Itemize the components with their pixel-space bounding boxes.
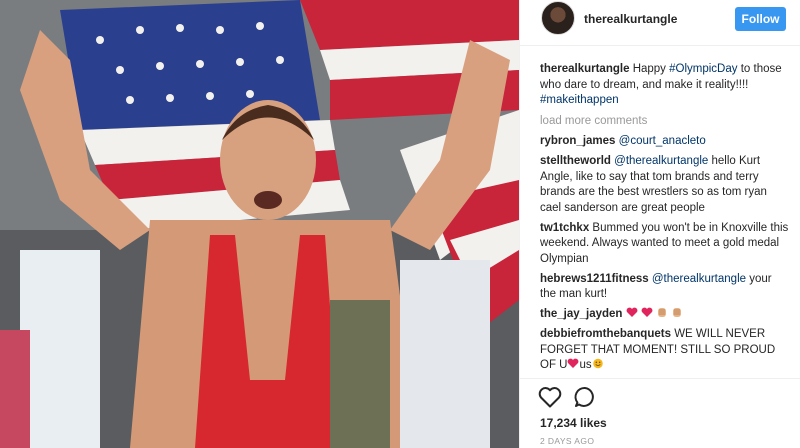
comment-mention[interactable]: @therealkurtangle [614, 155, 708, 167]
caption-username[interactable]: therealkurtangle [540, 63, 629, 75]
clap-emoji-icon [658, 308, 667, 317]
comment-mention[interactable]: @court_anacleto [619, 135, 706, 147]
comment-item: debbiefromthebanquets WE WILL NEVER FORG… [540, 327, 790, 374]
post-timestamp[interactable]: 2 DAYS AGO [540, 436, 594, 446]
comment-username[interactable]: tw1tchkx [540, 222, 589, 234]
comments-list: therealkurtangle Happy #OlympicDay to th… [540, 62, 790, 378]
speech-bubble-icon[interactable] [574, 386, 596, 408]
clap-emoji-icon [673, 308, 682, 317]
smile-emoji-icon [592, 358, 603, 369]
caption: therealkurtangle Happy #OlympicDay to th… [540, 62, 790, 109]
comment-username[interactable]: the_jay_jayden [540, 308, 622, 320]
post-photo[interactable] [0, 0, 519, 448]
comment-item: tw1tchkx Bummed you won't be in Knoxvill… [540, 221, 790, 268]
hashtag-makeithappen[interactable]: #makeithappen [540, 94, 619, 106]
comment-text: us [579, 359, 592, 371]
comment-item: the_jay_jayden [540, 307, 790, 323]
comment-username[interactable]: stelltheworld [540, 155, 611, 167]
follow-button[interactable]: Follow [735, 7, 786, 31]
load-more-comments-link[interactable]: load more comments [540, 114, 790, 130]
hashtag-olympicday[interactable]: #OlympicDay [669, 63, 737, 75]
post-header: therealkurtangle Follow [520, 0, 800, 46]
heart-outline-icon[interactable] [538, 386, 562, 408]
heart-emoji-icon [641, 307, 653, 317]
comment-username[interactable]: rybron_james [540, 135, 615, 147]
comment-item: hebrews1211fitness @therealkurtangle you… [540, 272, 790, 303]
heart-emoji-icon [568, 358, 579, 368]
comment-item: rybron_james @court_anacleto [540, 134, 790, 150]
photo-illustration [0, 0, 519, 448]
comment-username[interactable]: hebrews1211fitness [540, 273, 649, 285]
comment-item: stelltheworld @therealkurtangle hello Ku… [540, 154, 790, 216]
post-actions: 17,234 likes 2 DAYS AGO [520, 378, 800, 448]
heart-emoji-icon [626, 307, 638, 317]
likes-count[interactable]: 17,234 likes [540, 416, 607, 430]
avatar[interactable] [541, 1, 575, 35]
post-side-panel: therealkurtangle Follow therealkurtangle… [519, 0, 800, 448]
comment-mention[interactable]: @therealkurtangle [652, 273, 746, 285]
caption-text-1: Happy [632, 63, 670, 75]
comment-username[interactable]: debbiefromthebanquets [540, 328, 671, 340]
author-username[interactable]: therealkurtangle [584, 12, 677, 26]
